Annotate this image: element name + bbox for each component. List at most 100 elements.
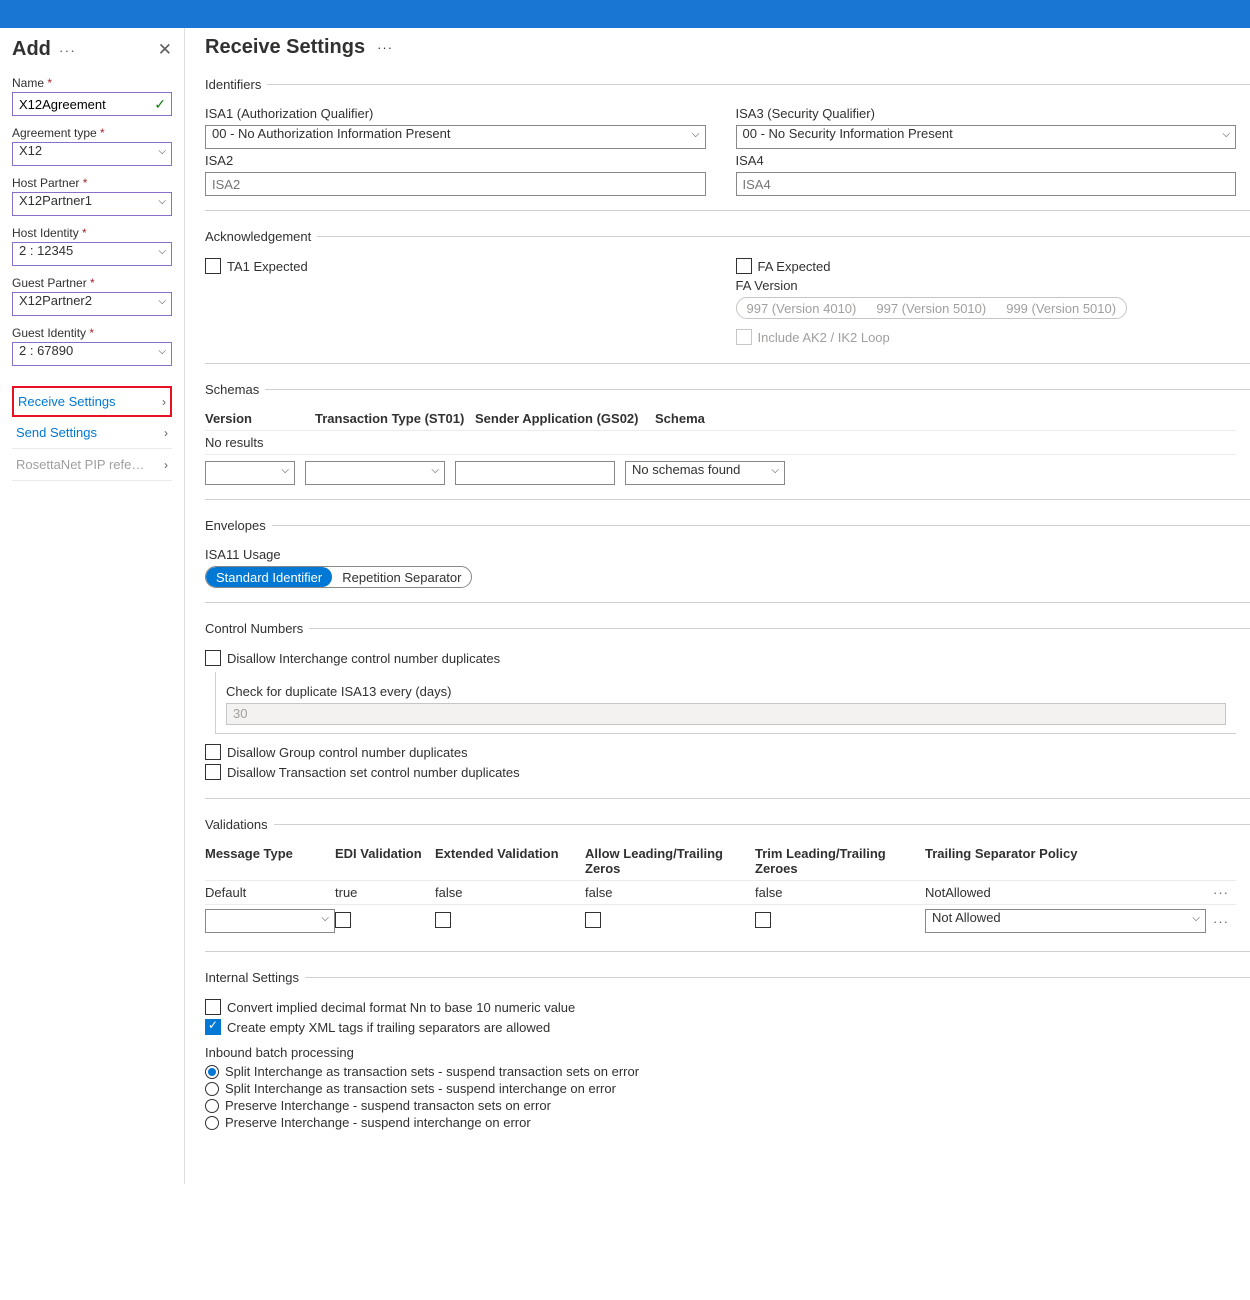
radio-label: Preserve Interchange - suspend interchan… <box>225 1115 531 1130</box>
col-schema: Schema <box>655 411 1236 426</box>
check-days-input: 30 <box>226 703 1226 725</box>
radio-label: Split Interchange as transaction sets - … <box>225 1081 616 1096</box>
fa-version-toggle: 997 (Version 4010) 997 (Version 5010) 99… <box>736 297 1128 319</box>
checkbox-icon <box>205 764 221 780</box>
ext-checkbox[interactable] <box>435 912 451 928</box>
ta1-label: TA1 Expected <box>227 259 308 274</box>
disallow-ts-row[interactable]: Disallow Transaction set control number … <box>205 764 1236 780</box>
schema-version-select[interactable] <box>205 461 295 485</box>
inbound-r3[interactable]: Preserve Interchange - suspend transacto… <box>205 1098 1236 1113</box>
check-days-label: Check for duplicate ISA13 every (days) <box>226 684 1226 699</box>
radio-icon <box>205 1116 219 1130</box>
inbound-r2[interactable]: Split Interchange as transaction sets - … <box>205 1081 1236 1096</box>
more-icon[interactable]: ··· <box>377 40 393 55</box>
col-tsp: Trailing Separator Policy <box>925 846 1206 876</box>
name-input[interactable] <box>12 92 172 116</box>
isa1-select[interactable]: 00 - No Authorization Information Presen… <box>205 125 706 149</box>
chevron-right-icon: › <box>164 458 168 472</box>
tsp-select[interactable]: Not Allowed <box>925 909 1206 933</box>
internal-legend: Internal Settings <box>205 970 305 985</box>
col-ext: Extended Validation <box>435 846 585 876</box>
nav-rosetta[interactable]: RosettaNet PIP references › <box>12 449 172 481</box>
col-edi: EDI Validation <box>335 846 435 876</box>
page-title: Receive Settings <box>205 36 365 59</box>
row-actions-icon[interactable]: ··· <box>1206 914 1236 929</box>
ta1-checkbox-row[interactable]: TA1 Expected <box>205 258 706 274</box>
checkbox-icon <box>736 258 752 274</box>
more-icon[interactable]: ··· <box>59 42 76 58</box>
checkbox-icon <box>736 329 752 345</box>
nav-label: Send Settings <box>16 425 97 440</box>
host-partner-select[interactable]: X12Partner1 <box>12 192 172 216</box>
edi-checkbox[interactable] <box>335 912 351 928</box>
isa4-input[interactable] <box>736 172 1237 196</box>
cell-allow: false <box>585 885 755 900</box>
col-message-type: Message Type <box>205 846 335 876</box>
convert-row[interactable]: Convert implied decimal format Nn to bas… <box>205 999 1236 1015</box>
guest-identity-select[interactable]: 2 : 67890 <box>12 342 172 366</box>
fa-checkbox-row[interactable]: FA Expected <box>736 258 1237 274</box>
ack-legend: Acknowledgement <box>205 229 317 244</box>
msg-type-select[interactable] <box>205 909 335 933</box>
validations-legend: Validations <box>205 817 274 832</box>
internal-settings-section: Internal Settings Convert implied decima… <box>205 970 1250 1146</box>
radio-label: Split Interchange as transaction sets - … <box>225 1064 639 1079</box>
schema-sender-input[interactable] <box>455 461 615 485</box>
create-empty-row[interactable]: Create empty XML tags if trailing separa… <box>205 1019 1236 1035</box>
disallow-interchange-row[interactable]: Disallow Interchange control number dupl… <box>205 650 1236 666</box>
nav-send-settings[interactable]: Send Settings › <box>12 417 172 449</box>
nav-label: RosettaNet PIP references <box>16 457 146 472</box>
control-numbers-section: Control Numbers Disallow Interchange con… <box>205 621 1250 799</box>
envelopes-legend: Envelopes <box>205 518 272 533</box>
isa11-toggle[interactable]: Standard Identifier Repetition Separator <box>205 566 472 588</box>
isa11-label: ISA11 Usage <box>205 547 1236 562</box>
col-transaction-type: Transaction Type (ST01) <box>315 411 475 426</box>
nav-receive-settings[interactable]: Receive Settings › <box>12 386 172 417</box>
guest-partner-select[interactable]: X12Partner2 <box>12 292 172 316</box>
nav-label: Receive Settings <box>18 394 116 409</box>
validation-row: Default true false false false NotAllowe… <box>205 880 1236 904</box>
fa-label: FA Expected <box>758 259 831 274</box>
col-trim: Trim Leading/Trailing Zeroes <box>755 846 925 876</box>
disallow-group-row[interactable]: Disallow Group control number duplicates <box>205 744 1236 760</box>
host-partner-label: Host Partner <box>12 176 172 190</box>
isa3-select[interactable]: 00 - No Security Information Present <box>736 125 1237 149</box>
cell-trim: false <box>755 885 925 900</box>
radio-icon <box>205 1065 219 1079</box>
no-results: No results <box>205 430 1236 454</box>
allow-checkbox[interactable] <box>585 912 601 928</box>
fa-version-label: FA Version <box>736 278 1237 293</box>
isa11-rep[interactable]: Repetition Separator <box>332 567 471 587</box>
isa1-label: ISA1 (Authorization Qualifier) <box>205 106 706 121</box>
chevron-right-icon: › <box>164 426 168 440</box>
close-icon[interactable]: ✕ <box>158 40 172 60</box>
col-sender-app: Sender Application (GS02) <box>475 411 655 426</box>
schemas-legend: Schemas <box>205 382 265 397</box>
ctrl-legend: Control Numbers <box>205 621 309 636</box>
inbound-label: Inbound batch processing <box>205 1045 1236 1060</box>
guest-identity-label: Guest Identity <box>12 326 172 340</box>
isa2-label: ISA2 <box>205 153 706 168</box>
identifiers-section: Identifiers ISA1 (Authorization Qualifie… <box>205 77 1250 211</box>
fa-option: 997 (Version 4010) <box>737 298 867 318</box>
create-empty-label: Create empty XML tags if trailing separa… <box>227 1020 550 1035</box>
col-version: Version <box>205 411 315 426</box>
inbound-r4[interactable]: Preserve Interchange - suspend interchan… <box>205 1115 1236 1130</box>
row-actions-icon[interactable]: ··· <box>1206 885 1236 900</box>
schema-select[interactable]: No schemas found <box>625 461 785 485</box>
agreement-type-select[interactable]: X12 <box>12 142 172 166</box>
isa11-std[interactable]: Standard Identifier <box>206 567 332 587</box>
fa-option: 999 (Version 5010) <box>996 298 1126 318</box>
check-icon: ✓ <box>154 96 166 113</box>
isa2-input[interactable] <box>205 172 706 196</box>
include-label: Include AK2 / IK2 Loop <box>758 330 890 345</box>
cell-ext: false <box>435 885 585 900</box>
schema-tt-select[interactable] <box>305 461 445 485</box>
host-identity-select[interactable]: 2 : 12345 <box>12 242 172 266</box>
disallow-ts-label: Disallow Transaction set control number … <box>227 765 520 780</box>
inbound-r1[interactable]: Split Interchange as transaction sets - … <box>205 1064 1236 1079</box>
trim-checkbox[interactable] <box>755 912 771 928</box>
right-panel: Receive Settings ··· Identifiers ISA1 (A… <box>185 28 1250 1184</box>
checkbox-icon <box>205 744 221 760</box>
checkbox-icon <box>205 258 221 274</box>
